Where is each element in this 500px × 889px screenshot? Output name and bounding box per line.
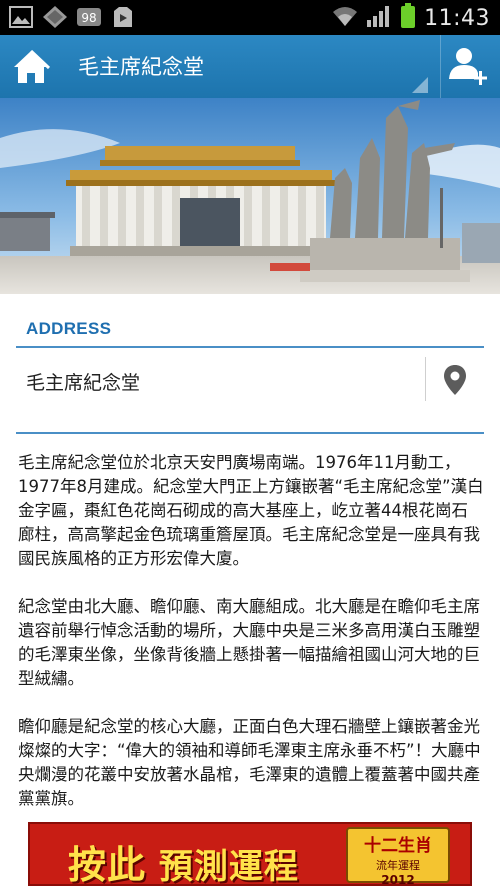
ad-badge: 十二生肖 流年運程 2012 — [346, 827, 450, 886]
ad-headline: 按此 預測運程 — [68, 843, 299, 886]
map-pin-button[interactable] — [443, 364, 467, 396]
status-bar: 98 11:43 — [0, 0, 500, 35]
address-separator — [425, 357, 426, 401]
description: 毛主席紀念堂位於北京天安門廣場南端。1976年11月動工，1977年8月建成。紀… — [18, 451, 484, 835]
description-paragraph: 毛主席紀念堂位於北京天安門廣場南端。1976年11月動工，1977年8月建成。紀… — [18, 453, 484, 568]
ad-banner-container: 按此 預測運程 十二生肖 流年運程 2012 — [0, 818, 500, 889]
address-divider-bottom — [16, 432, 484, 434]
ad-badge-subtitle: 流年運程 — [376, 859, 420, 872]
gallery-icon — [8, 5, 34, 29]
play-store-icon — [110, 5, 136, 29]
description-paragraph: 紀念堂由北大廳、瞻仰廳、南大廳組成。北大廳是在瞻仰毛主席遺容前舉行悼念活動的場所… — [18, 597, 480, 688]
notification-icons: 98 — [8, 5, 136, 29]
page-title: 毛主席紀念堂 — [78, 55, 204, 79]
battery-icon — [400, 3, 416, 33]
badge-icon: 98 — [76, 5, 102, 29]
add-user-button[interactable] — [446, 45, 492, 89]
app-bar: 毛主席紀念堂 — [0, 35, 500, 99]
hero-photo — [0, 98, 500, 294]
address-value: 毛主席紀念堂 — [26, 372, 141, 394]
ad-badge-year: 2012 — [381, 873, 415, 886]
notification-count: 98 — [81, 11, 96, 25]
app-bar-divider — [440, 35, 441, 98]
overflow-indicator-icon — [412, 77, 428, 93]
map-pin-icon — [443, 365, 467, 400]
wifi-icon — [332, 4, 358, 32]
clock: 11:43 — [424, 5, 490, 31]
diamond-icon — [42, 5, 68, 29]
home-icon — [10, 49, 52, 91]
description-paragraph: 瞻仰廳是紀念堂的核心大廳，正面白色大理石牆壁上鑲嵌著金光燦燦的大字：“偉大的領袖… — [18, 717, 481, 808]
address-divider-top — [16, 346, 484, 348]
home-button[interactable] — [10, 47, 52, 87]
add-user-icon — [446, 48, 492, 93]
address-label: ADDRESS — [26, 319, 112, 338]
signal-icon — [366, 4, 392, 32]
ad-badge-title: 十二生肖 — [364, 836, 432, 856]
ad-banner[interactable]: 按此 預測運程 十二生肖 流年運程 2012 — [28, 822, 472, 886]
